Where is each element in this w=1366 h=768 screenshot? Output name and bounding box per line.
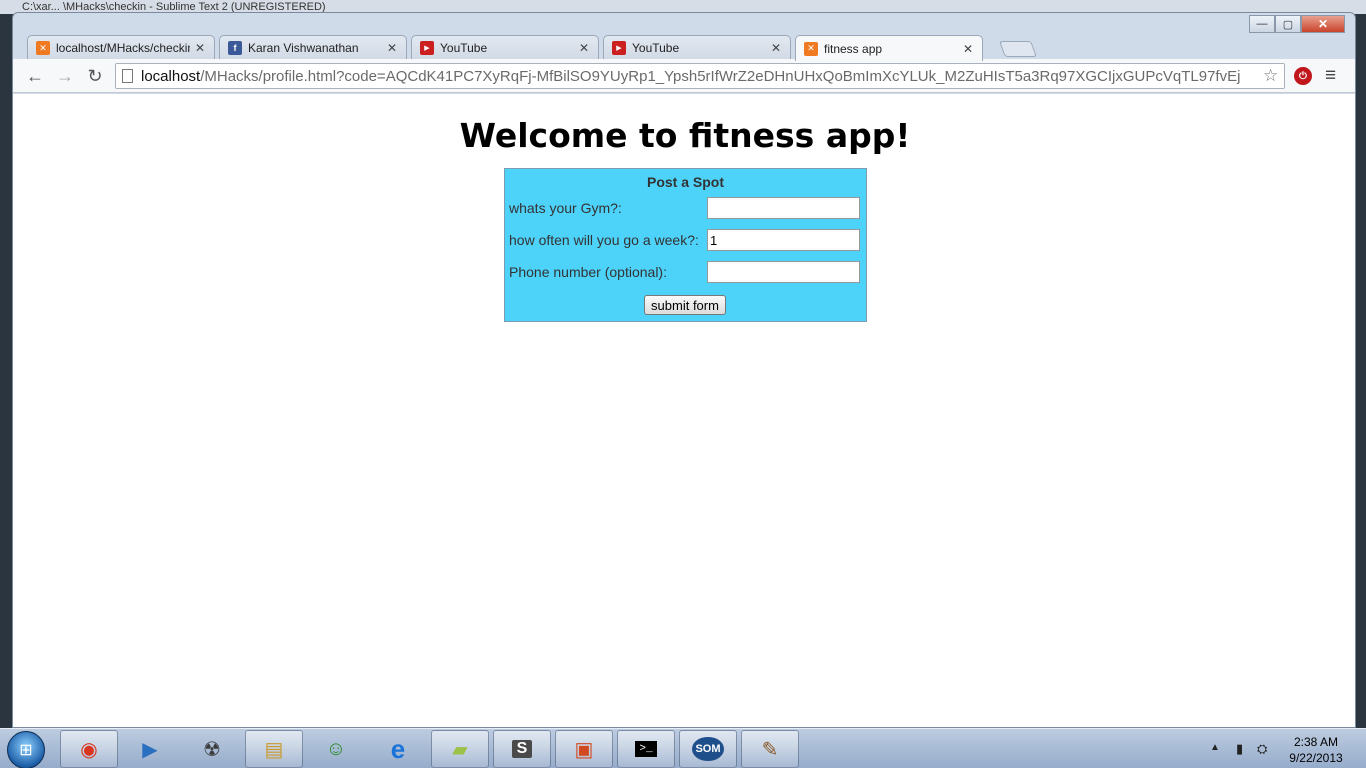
phone-label: Phone number (optional): xyxy=(509,264,667,280)
youtube-icon: ▶ xyxy=(612,41,626,55)
cmd-icon[interactable]: >_ xyxy=(617,730,675,768)
minimize-button[interactable]: — xyxy=(1249,15,1275,33)
page-title: Welcome to fitness app! xyxy=(459,116,911,155)
start-button[interactable]: ⊞ xyxy=(7,731,45,768)
chrome-window: — ▢ ✕ ✕ localhost/MHacks/checkin ✕ f Kar… xyxy=(12,12,1356,728)
xampp-icon: ✕ xyxy=(804,41,818,56)
sticky-notes-glyph: ▰ xyxy=(452,738,468,761)
sublime-text-icon[interactable]: S xyxy=(493,730,551,768)
messenger-glyph: ☺ xyxy=(325,737,347,760)
close-icon[interactable]: ✕ xyxy=(962,42,974,56)
tab-strip: ✕ localhost/MHacks/checkin ✕ f Karan Vis… xyxy=(27,33,1127,61)
window-controls: — ▢ ✕ xyxy=(1249,15,1345,33)
frequency-row: how often will you go a week?: xyxy=(509,229,861,251)
address-bar[interactable]: localhost/MHacks/profile.html?code=AQCdK… xyxy=(115,63,1285,89)
form-heading: Post a Spot xyxy=(646,174,724,190)
phone-row: Phone number (optional): xyxy=(509,261,861,283)
facebook-icon: f xyxy=(228,41,242,55)
reload-icon[interactable]: ↻ xyxy=(83,64,107,88)
paint-glyph: ✎ xyxy=(761,738,779,761)
tab-youtube-1[interactable]: ▶ YouTube ✕ xyxy=(411,35,599,60)
gym-row: whats your Gym?: xyxy=(509,197,861,219)
frequency-input[interactable] xyxy=(707,229,860,251)
tab-title: Karan Vishwanathan xyxy=(248,41,359,55)
cmd-glyph: >_ xyxy=(635,741,657,757)
new-tab-button[interactable] xyxy=(999,41,1037,57)
battery-icon[interactable]: ▮ xyxy=(1236,741,1243,757)
post-spot-form: Post a Spot whats your Gym?: how often w… xyxy=(504,168,867,322)
forward-icon[interactable]: → xyxy=(53,64,77,88)
xampp-icon: ✕ xyxy=(36,41,50,55)
frequency-label: how often will you go a week?: xyxy=(509,232,699,248)
submit-form-button[interactable]: submit form xyxy=(644,295,726,315)
windows-taskbar: ⊞ ◉ ▶ ☢ ▤ ☺ e ▰ S ▣ >_ SOM ✎ ▲ ▮ ⛭ 2:38 … xyxy=(0,728,1366,768)
clock-time: 2:38 AM xyxy=(1293,735,1339,749)
som-glyph: SOM xyxy=(692,737,724,761)
youtube-icon: ▶ xyxy=(420,41,434,55)
gym-input[interactable] xyxy=(707,197,860,219)
tab-title: localhost/MHacks/checkin xyxy=(56,41,190,55)
bookmark-star-icon[interactable]: ☆ xyxy=(1263,66,1278,86)
tray-expand-icon[interactable]: ▲ xyxy=(1210,742,1220,753)
browser-toolbar: ← → ↻ localhost/MHacks/profile.html?code… xyxy=(13,59,1355,93)
page-icon xyxy=(122,69,133,83)
sticky-notes-icon[interactable]: ▰ xyxy=(431,730,489,768)
system-clock[interactable]: 2:38 AM 9/22/2013 xyxy=(1282,734,1350,766)
close-icon[interactable]: ✕ xyxy=(386,41,398,55)
close-icon[interactable]: ✕ xyxy=(578,41,590,55)
extension-icon[interactable]: ⏻ xyxy=(1294,67,1312,85)
tab-title: fitness app xyxy=(824,41,883,56)
tab-youtube-2[interactable]: ▶ YouTube ✕ xyxy=(603,35,791,60)
explorer-icon[interactable]: ▤ xyxy=(245,730,303,768)
media-player-glyph: ▶ xyxy=(142,738,158,761)
close-icon[interactable]: ✕ xyxy=(194,41,206,55)
som-icon[interactable]: SOM xyxy=(679,730,737,768)
flash-icon[interactable]: ▣ xyxy=(555,730,613,768)
sublime-glyph: S xyxy=(511,740,533,758)
network-icon[interactable]: ☢ xyxy=(183,730,241,768)
explorer-glyph: ▤ xyxy=(264,738,284,761)
back-icon[interactable]: ← xyxy=(23,64,47,88)
media-player-icon[interactable]: ▶ xyxy=(121,730,179,768)
tab-checkin[interactable]: ✕ localhost/MHacks/checkin ✕ xyxy=(27,35,215,60)
chrome-glyph: ◉ xyxy=(80,738,98,761)
chrome-menu-icon[interactable]: ≡ xyxy=(1325,65,1336,87)
close-icon[interactable]: ✕ xyxy=(770,41,782,55)
network-glyph: ☢ xyxy=(203,738,221,761)
ie-glyph: e xyxy=(390,733,406,764)
internet-explorer-icon[interactable]: e xyxy=(369,730,427,768)
tab-facebook[interactable]: f Karan Vishwanathan ✕ xyxy=(219,35,407,60)
url-host: localhost xyxy=(141,67,201,85)
close-window-button[interactable]: ✕ xyxy=(1301,15,1345,33)
phone-input[interactable] xyxy=(707,261,860,283)
messenger-icon[interactable]: ☺ xyxy=(307,730,365,768)
paint-icon[interactable]: ✎ xyxy=(741,730,799,768)
tab-title: YouTube xyxy=(440,41,488,55)
page-viewport: Welcome to fitness app! Post a Spot what… xyxy=(13,94,1355,727)
tab-title: YouTube xyxy=(632,41,680,55)
chrome-icon[interactable]: ◉ xyxy=(60,730,118,768)
maximize-button[interactable]: ▢ xyxy=(1275,15,1301,33)
gym-label: whats your Gym?: xyxy=(509,200,622,216)
tab-fitness-app[interactable]: ✕ fitness app ✕ xyxy=(795,35,983,61)
clock-date: 9/22/2013 xyxy=(1289,751,1343,765)
network-tray-icon[interactable]: ⛭ xyxy=(1257,741,1267,757)
url-path: /MHacks/profile.html?code=AQCdK41PC7XyRq… xyxy=(200,67,1241,85)
flash-glyph: ▣ xyxy=(574,738,594,761)
